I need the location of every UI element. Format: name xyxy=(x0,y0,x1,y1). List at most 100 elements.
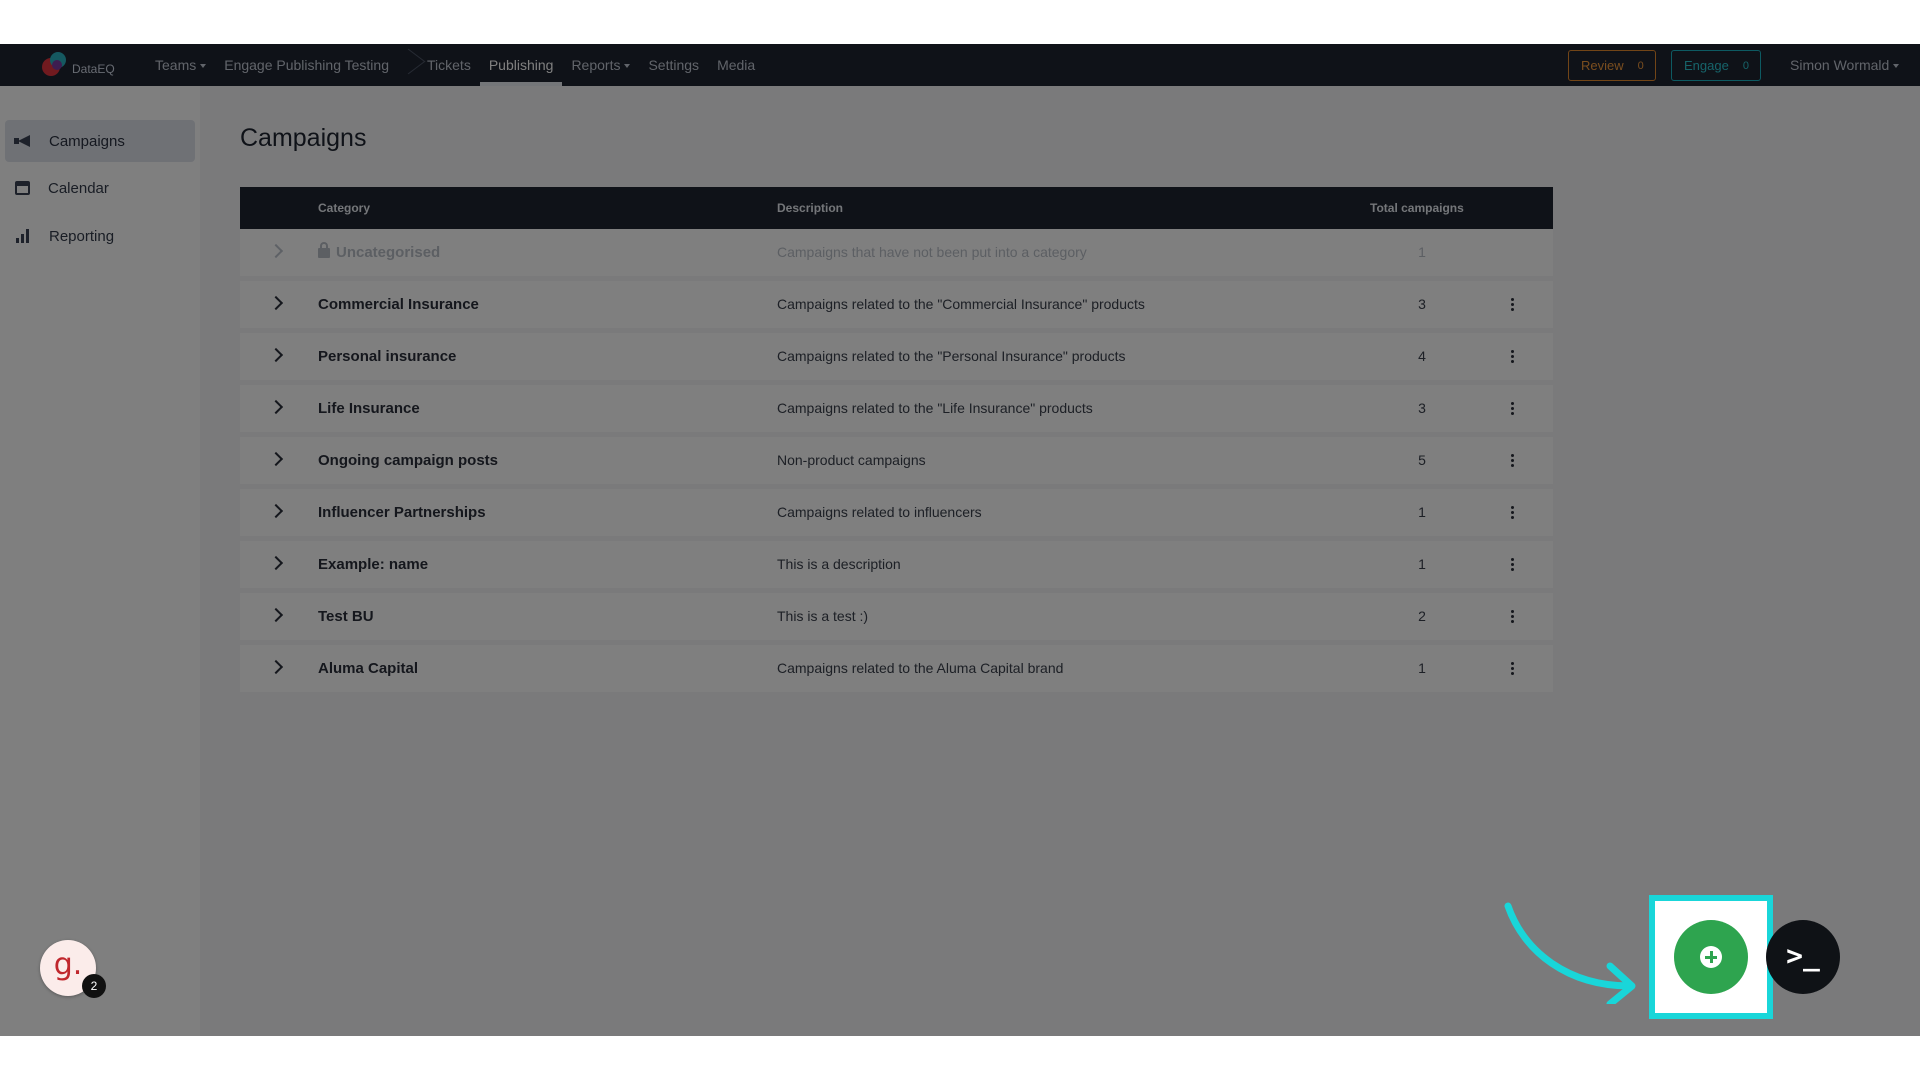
breadcrumb-separator xyxy=(400,44,412,86)
nav-links: Teams Engage Publishing Testing Tickets … xyxy=(146,44,764,86)
engage-label: Engage xyxy=(1684,58,1729,73)
top-navbar: DataEQ Teams Engage Publishing Testing T… xyxy=(0,44,1920,86)
nav-team-name[interactable]: Engage Publishing Testing xyxy=(215,44,398,86)
expand-chevron-icon[interactable] xyxy=(266,333,286,380)
dataeq-logo-icon xyxy=(42,52,68,78)
nav-tickets[interactable]: Tickets xyxy=(418,44,480,86)
sidebar-item-campaigns[interactable]: Campaigns xyxy=(5,120,195,162)
total-campaigns: 1 xyxy=(1418,244,1426,260)
nav-publishing[interactable]: Publishing xyxy=(479,44,563,86)
kebab-menu-icon[interactable] xyxy=(1508,437,1518,484)
category-description: Campaigns related to the Aluma Capital b… xyxy=(777,660,1064,676)
caret-down-icon xyxy=(1893,64,1900,69)
expand-chevron-icon[interactable] xyxy=(266,437,286,484)
total-campaigns: 1 xyxy=(1418,504,1426,520)
expand-chevron-icon[interactable] xyxy=(266,541,286,588)
megaphone-icon xyxy=(14,133,31,149)
category-description: Campaigns that have not been put into a … xyxy=(777,244,1087,260)
nav-teams[interactable]: Teams xyxy=(146,44,215,86)
total-campaigns: 1 xyxy=(1418,660,1426,676)
logo[interactable]: DataEQ xyxy=(42,52,115,78)
total-campaigns: 2 xyxy=(1418,608,1426,624)
category-name: Uncategorised xyxy=(318,229,440,276)
category-description: This is a description xyxy=(777,556,901,572)
pointer-arrow-icon xyxy=(1504,902,1636,1004)
app-frame: DataEQ Teams Engage Publishing Testing T… xyxy=(0,44,1920,1036)
total-campaigns: 5 xyxy=(1418,452,1426,468)
sidebar: Campaigns Calendar Reporting xyxy=(0,86,200,1036)
category-name: Influencer Partnerships xyxy=(318,504,486,521)
column-header-total[interactable]: Total campaigns xyxy=(1370,187,1464,229)
category-name: Aluma Capital xyxy=(318,660,419,677)
category-name: Personal insurance xyxy=(318,348,457,365)
plus-circle-icon xyxy=(1700,946,1722,968)
sidebar-item-label: Calendar xyxy=(48,179,109,197)
category-name: Life Insurance xyxy=(318,400,420,417)
bar-chart-icon xyxy=(15,229,31,243)
campaigns-table: Category Description Total campaigns Unc… xyxy=(240,187,1553,692)
caret-down-icon xyxy=(200,64,207,69)
calendar-icon xyxy=(15,181,30,195)
table-row[interactable]: Personal insurance Campaigns related to t… xyxy=(240,333,1553,380)
category-description: Campaigns related to influencers xyxy=(777,504,982,520)
engage-button[interactable]: Engage 0 xyxy=(1671,50,1761,81)
sidebar-item-calendar[interactable]: Calendar xyxy=(5,167,195,209)
total-campaigns: 1 xyxy=(1418,556,1426,572)
nav-settings[interactable]: Settings xyxy=(639,44,708,86)
table-row[interactable]: Influencer Partnerships Campaigns related… xyxy=(240,489,1553,536)
kebab-menu-icon[interactable] xyxy=(1508,489,1518,536)
user-menu[interactable]: Simon Wormald xyxy=(1790,44,1900,86)
kebab-menu-icon[interactable] xyxy=(1508,281,1518,328)
category-description: Campaigns related to the "Personal Insur… xyxy=(777,348,1126,364)
total-campaigns: 4 xyxy=(1418,348,1426,364)
terminal-icon: >_ xyxy=(1786,939,1820,972)
expand-chevron-icon[interactable] xyxy=(266,281,286,328)
kebab-menu-icon[interactable] xyxy=(1508,593,1518,640)
expand-chevron-icon[interactable] xyxy=(266,593,286,640)
column-header-description[interactable]: Description xyxy=(777,187,843,229)
terminal-button[interactable]: >_ xyxy=(1766,920,1840,994)
caret-down-icon xyxy=(624,64,631,69)
table-row[interactable]: Example: name This is a description 1 xyxy=(240,541,1553,588)
page-title: Campaigns xyxy=(240,124,367,152)
nav-media[interactable]: Media xyxy=(708,44,764,86)
kebab-menu-icon[interactable] xyxy=(1508,541,1518,588)
category-name: Test BU xyxy=(318,608,374,625)
expand-chevron-icon[interactable] xyxy=(266,489,286,536)
kebab-menu-icon[interactable] xyxy=(1508,385,1518,432)
table-row[interactable]: Aluma Capital Campaigns related to the Al… xyxy=(240,645,1553,692)
sidebar-item-reporting[interactable]: Reporting xyxy=(5,215,195,257)
review-count: 0 xyxy=(1637,59,1644,72)
category-name: Commercial Insurance xyxy=(318,296,479,313)
engage-count: 0 xyxy=(1742,59,1749,72)
notification-badge: 2 xyxy=(82,974,106,998)
sidebar-item-label: Reporting xyxy=(49,227,115,245)
table-header: Category Description Total campaigns xyxy=(240,187,1553,229)
nav-reports[interactable]: Reports xyxy=(562,44,639,86)
expand-chevron-icon[interactable] xyxy=(266,229,286,276)
category-name: Ongoing campaign posts xyxy=(318,452,499,469)
table-row[interactable]: Ongoing campaign posts Non-product campai… xyxy=(240,437,1553,484)
total-campaigns: 3 xyxy=(1418,400,1426,416)
expand-chevron-icon[interactable] xyxy=(266,645,286,692)
expand-chevron-icon[interactable] xyxy=(266,385,286,432)
table-row[interactable]: Commercial Insurance Campaigns related to… xyxy=(240,281,1553,328)
logo-text: DataEQ xyxy=(72,62,115,76)
total-campaigns: 3 xyxy=(1418,296,1426,312)
category-description: Campaigns related to the "Life Insurance… xyxy=(777,400,1093,416)
category-description: Campaigns related to the "Commercial Ins… xyxy=(777,296,1145,312)
review-button[interactable]: Review 0 xyxy=(1568,50,1656,81)
kebab-menu-icon[interactable] xyxy=(1508,645,1518,692)
table-row[interactable]: Life Insurance Campaigns related to the "… xyxy=(240,385,1553,432)
review-label: Review xyxy=(1581,58,1624,73)
kebab-menu-icon[interactable] xyxy=(1508,333,1518,380)
category-description: This is a test :) xyxy=(777,608,869,624)
table-row[interactable]: Test BU This is a test :) 2 xyxy=(240,593,1553,640)
category-description: Non-product campaigns xyxy=(777,452,926,468)
add-campaign-button[interactable] xyxy=(1674,920,1748,994)
sidebar-item-label: Campaigns xyxy=(49,132,125,150)
category-name: Example: name xyxy=(318,556,429,573)
lock-icon xyxy=(318,242,330,258)
column-header-category[interactable]: Category xyxy=(318,187,370,229)
table-row[interactable]: Uncategorised Campaigns that have not bee… xyxy=(240,229,1553,276)
